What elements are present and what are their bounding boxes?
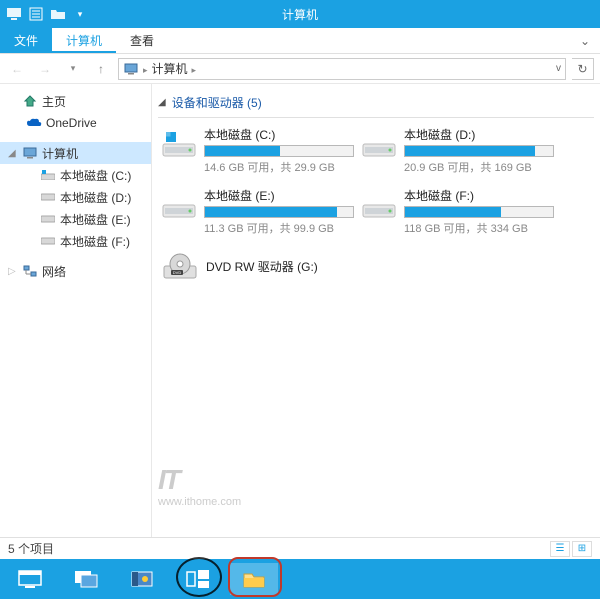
nav-recent-dropdown[interactable]: ▾ [62, 58, 84, 80]
drive-icon [40, 167, 56, 183]
nav-up-button[interactable]: ↑ [90, 58, 112, 80]
nav-drive-f[interactable]: 本地磁盘 (F:) [0, 230, 151, 252]
nav-label: 本地磁盘 (E:) [60, 211, 131, 228]
computer-icon[interactable] [4, 4, 24, 24]
nav-onedrive[interactable]: OneDrive [0, 112, 151, 134]
window-title: 计算机 [282, 6, 318, 23]
drive-item-c[interactable]: 本地磁盘 (C:) 14.6 GB 可用，共 29.9 GB [158, 124, 358, 177]
taskbar-item-2[interactable] [62, 563, 110, 595]
window-titlebar: ▾ 计算机 [0, 0, 600, 28]
drive-name: 本地磁盘 (F:) [404, 187, 554, 204]
drive-usage-bar [404, 145, 554, 157]
collapse-icon[interactable]: ◢ [158, 97, 166, 108]
taskbar-item-taskview[interactable] [174, 563, 222, 595]
computer-icon [22, 145, 38, 161]
address-bar-row: ← → ▾ ↑ 计算机 v ↻ [0, 54, 600, 84]
chevron-right-icon [143, 62, 148, 76]
computer-icon [123, 61, 139, 77]
onedrive-icon [26, 115, 42, 131]
drive-usage-bar [204, 145, 354, 157]
drive-grid: 本地磁盘 (C:) 14.6 GB 可用，共 29.9 GB 本地磁盘 (D:)… [158, 124, 594, 290]
collapse-icon[interactable]: ◢ [8, 148, 18, 159]
nav-label: 计算机 [42, 145, 78, 162]
tab-computer[interactable]: 计算机 [52, 28, 116, 53]
ribbon-tabs: 文件 计算机 查看 ⌄ [0, 28, 600, 54]
ribbon-expand-icon[interactable]: ⌄ [570, 28, 600, 53]
svg-text:DVD: DVD [173, 270, 182, 275]
nav-label: 本地磁盘 (F:) [60, 233, 130, 250]
nav-label: 本地磁盘 (C:) [60, 167, 131, 184]
main-content: ◢ 设备和驱动器 (5) 本地磁盘 (C:) 14.6 GB 可用，共 29.9… [152, 84, 600, 538]
dvd-drive-icon: DVD [162, 248, 198, 284]
address-dropdown-icon[interactable]: v [556, 63, 561, 74]
drive-usage-bar [204, 206, 354, 218]
qat-dropdown-icon[interactable]: ▾ [70, 4, 90, 24]
folder-icon[interactable] [48, 4, 68, 24]
drive-usage-bar [404, 206, 554, 218]
taskbar [0, 559, 600, 599]
drive-item-f[interactable]: 本地磁盘 (F:) 118 GB 可用，共 334 GB [358, 185, 558, 238]
drive-freespace: 20.9 GB 可用，共 169 GB [404, 159, 554, 175]
address-segment[interactable]: 计算机 [152, 60, 188, 77]
drive-icon [40, 189, 56, 205]
group-title: 设备和驱动器 (5) [172, 94, 262, 111]
drive-name: 本地磁盘 (C:) [204, 126, 354, 143]
refresh-button[interactable]: ↻ [572, 58, 594, 80]
nav-back-button[interactable]: ← [6, 58, 28, 80]
nav-label: OneDrive [46, 116, 97, 130]
watermark-url: www.ithome.com [158, 496, 241, 508]
view-tiles-icon[interactable]: ⊞ [572, 541, 592, 557]
nav-home[interactable]: 主页 [0, 90, 151, 112]
properties-icon[interactable] [26, 4, 46, 24]
content-area: 主页 OneDrive ◢ 计算机 本地磁盘 (C:) 本地磁盘 (D:) 本地… [0, 84, 600, 538]
nav-label: 主页 [42, 93, 66, 110]
quick-access-toolbar: ▾ [0, 4, 90, 24]
address-bar[interactable]: 计算机 v [118, 58, 566, 80]
taskbar-item-1[interactable] [6, 563, 54, 595]
drive-name: DVD RW 驱动器 (G:) [206, 258, 354, 275]
taskbar-item-explorer[interactable] [230, 563, 278, 595]
nav-drive-e[interactable]: 本地磁盘 (E:) [0, 208, 151, 230]
expand-icon[interactable]: ▷ [8, 266, 18, 277]
navigation-pane: 主页 OneDrive ◢ 计算机 本地磁盘 (C:) 本地磁盘 (D:) 本地… [0, 84, 152, 538]
nav-network[interactable]: ▷ 网络 [0, 260, 151, 282]
drive-name: 本地磁盘 (D:) [404, 126, 554, 143]
nav-label: 网络 [42, 263, 66, 280]
nav-drive-c[interactable]: 本地磁盘 (C:) [0, 164, 151, 186]
drive-item-e[interactable]: 本地磁盘 (E:) 11.3 GB 可用，共 99.9 GB [158, 185, 358, 238]
drive-freespace: 118 GB 可用，共 334 GB [404, 220, 554, 236]
drive-item-d[interactable]: 本地磁盘 (D:) 20.9 GB 可用，共 169 GB [358, 124, 558, 177]
drive-icon [362, 187, 396, 223]
drive-icon [40, 211, 56, 227]
nav-label: 本地磁盘 (D:) [60, 189, 131, 206]
chevron-right-icon[interactable] [192, 62, 197, 76]
home-icon [22, 93, 38, 109]
drive-item-dvd[interactable]: DVD DVD RW 驱动器 (G:) [158, 246, 358, 286]
tab-file[interactable]: 文件 [0, 28, 52, 53]
tab-view[interactable]: 查看 [116, 28, 168, 53]
drive-icon [362, 126, 396, 162]
drive-os-icon [162, 126, 196, 162]
group-header[interactable]: ◢ 设备和驱动器 (5) [158, 92, 594, 118]
nav-drive-d[interactable]: 本地磁盘 (D:) [0, 186, 151, 208]
drive-freespace: 14.6 GB 可用，共 29.9 GB [204, 159, 354, 175]
drive-name: 本地磁盘 (E:) [204, 187, 354, 204]
taskbar-item-3[interactable] [118, 563, 166, 595]
drive-freespace: 11.3 GB 可用，共 99.9 GB [204, 220, 354, 236]
nav-forward-button[interactable]: → [34, 58, 56, 80]
nav-computer[interactable]: ◢ 计算机 [0, 142, 151, 164]
view-details-icon[interactable]: ☰ [550, 541, 570, 557]
watermark: IT www.ithome.com [158, 464, 241, 508]
drive-icon [162, 187, 196, 223]
status-bar: 5 个项目 ☰ ⊞ [0, 537, 600, 559]
drive-icon [40, 233, 56, 249]
status-item-count: 5 个项目 [8, 540, 54, 557]
watermark-logo: IT [158, 464, 241, 496]
network-icon [22, 263, 38, 279]
